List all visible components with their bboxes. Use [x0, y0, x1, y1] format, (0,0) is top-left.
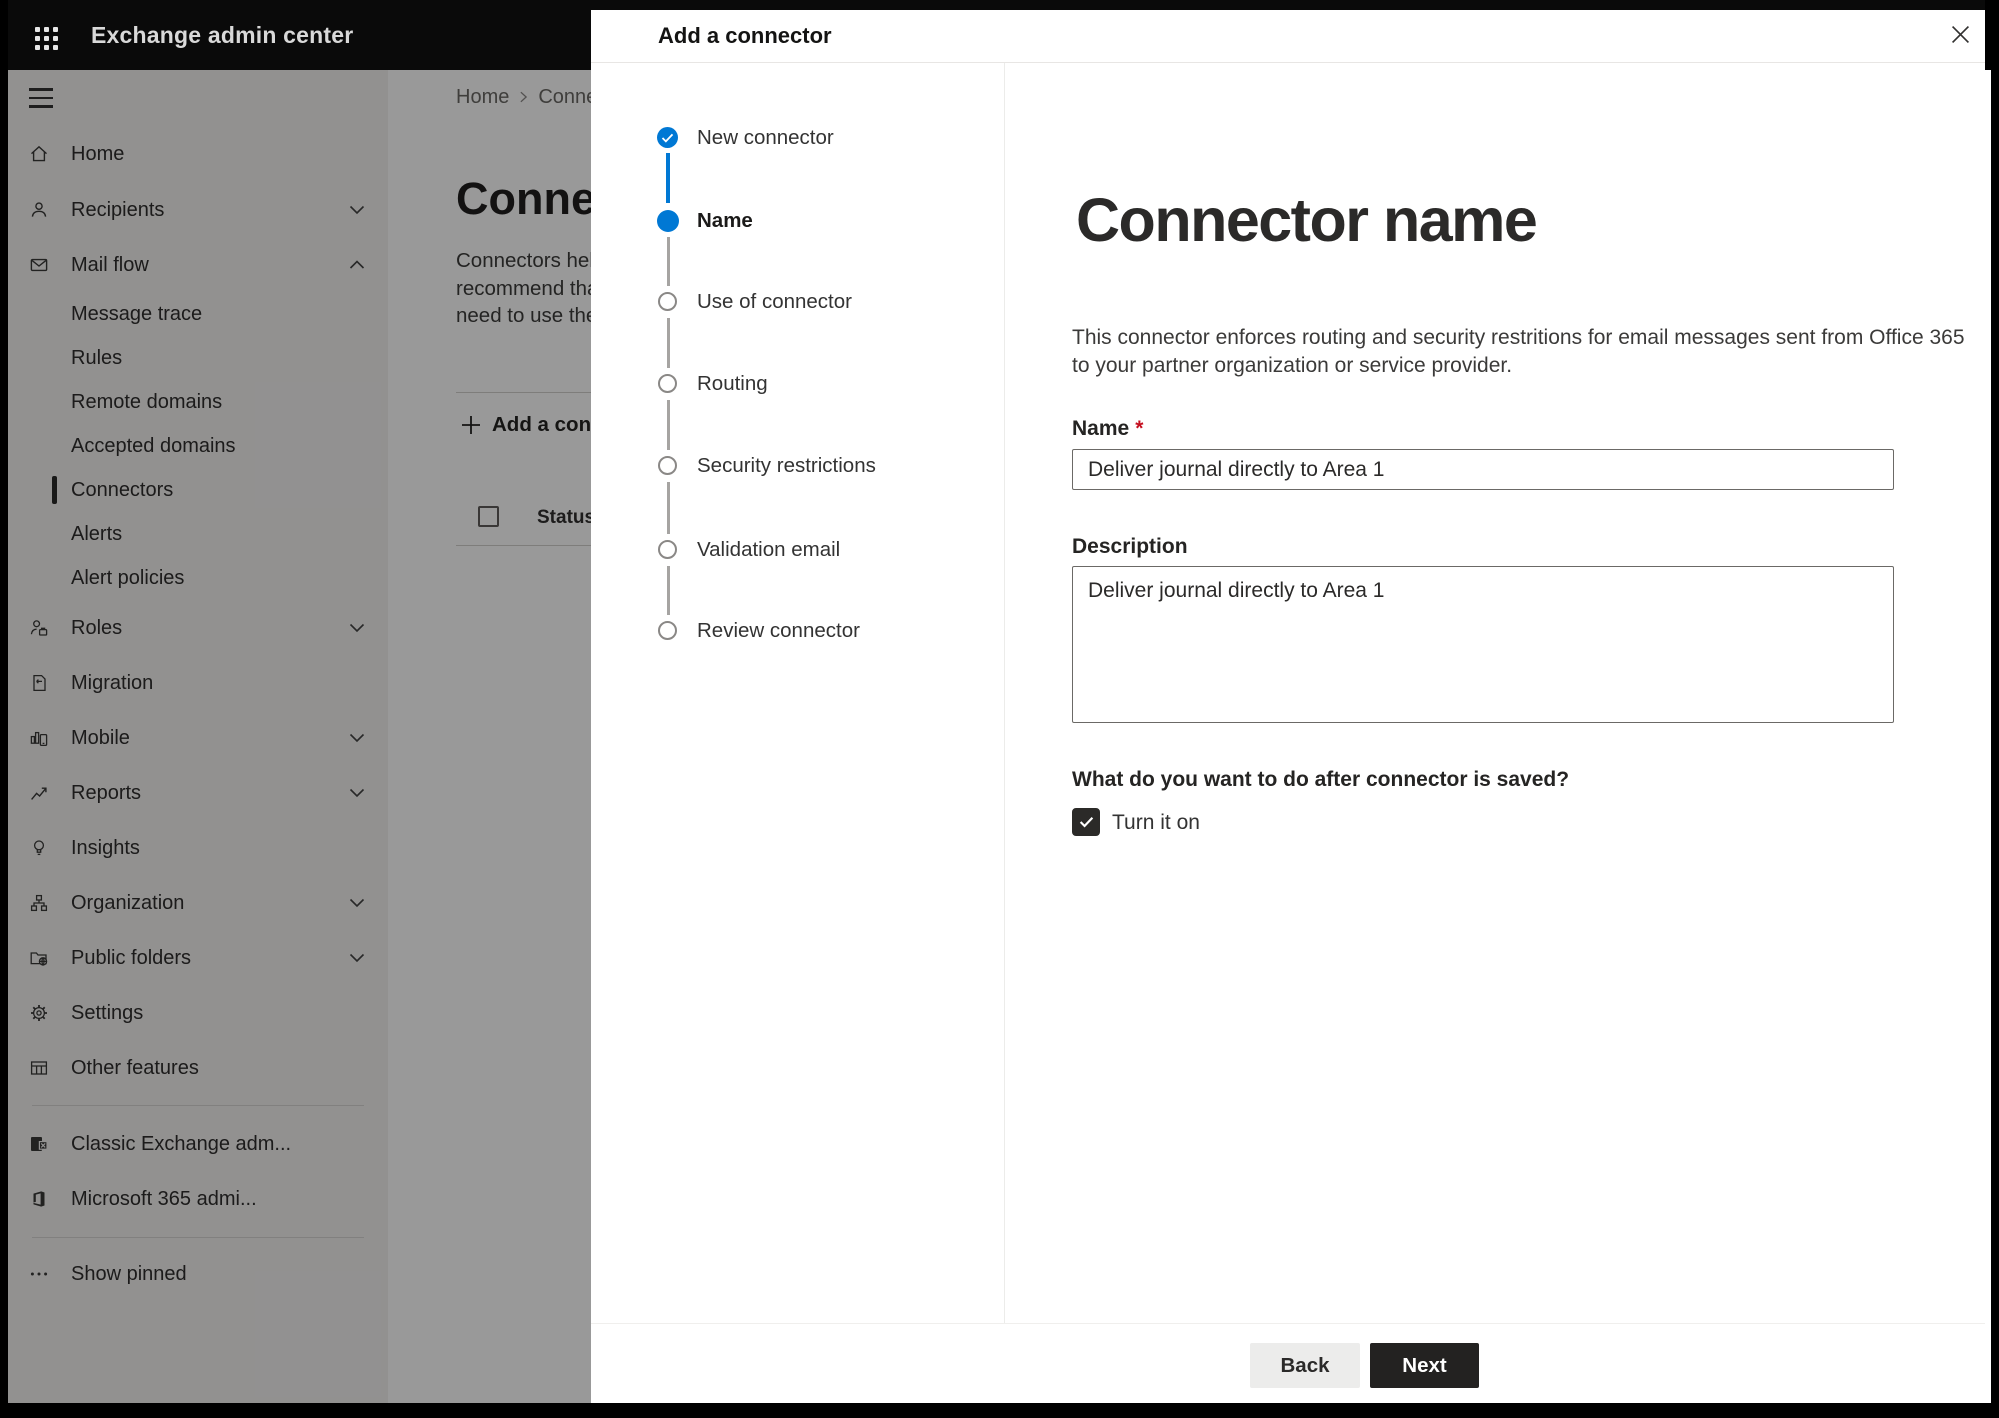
step-label-name: Name — [697, 209, 753, 232]
step-circle-upcoming — [658, 292, 677, 311]
step-label-review-connector: Review connector — [697, 619, 860, 642]
step-connector-line — [666, 153, 670, 203]
step-circle-upcoming — [658, 456, 677, 475]
turn-it-on-checkbox[interactable] — [1072, 808, 1100, 836]
name-field-label: Name * — [1072, 417, 1144, 440]
wizard-rail-divider — [1004, 63, 1005, 1323]
step-circle-current — [657, 210, 679, 232]
after-save-question: What do you want to do after connector i… — [1072, 768, 1570, 791]
close-icon[interactable] — [1941, 15, 1979, 53]
step-label-security-restrictions: Security restrictions — [697, 454, 876, 477]
description-field-label: Description — [1072, 535, 1188, 558]
step-label-validation-email: Validation email — [697, 538, 841, 561]
back-button[interactable]: Back — [1250, 1343, 1360, 1388]
app-title: Exchange admin center — [91, 21, 354, 48]
app-launcher-icon[interactable] — [26, 18, 66, 58]
wizard-step-description: This connector enforces routing and secu… — [1072, 326, 1965, 377]
step-circle-completed — [657, 127, 678, 148]
name-input[interactable] — [1072, 449, 1894, 490]
step-label-new-connector: New connector — [697, 126, 834, 149]
next-button[interactable]: Next — [1370, 1343, 1479, 1388]
modal-overlay — [8, 70, 591, 1403]
dialog-title: Add a connector — [658, 23, 832, 48]
step-connector-line — [667, 318, 670, 368]
turn-it-on-label[interactable]: Turn it on — [1112, 811, 1200, 835]
step-circle-upcoming — [658, 374, 677, 393]
required-marker: * — [1135, 417, 1144, 440]
step-connector-line — [667, 482, 670, 534]
step-circle-upcoming — [658, 621, 677, 640]
add-connector-dialog: Add a connector New connector Name Use o… — [591, 10, 1985, 1403]
dialog-header-divider — [591, 62, 1985, 63]
step-label-routing: Routing — [697, 372, 768, 395]
step-connector-line — [667, 566, 670, 615]
step-label-use-of-connector: Use of connector — [697, 290, 852, 313]
step-circle-upcoming — [658, 540, 677, 559]
description-textarea[interactable]: Deliver journal directly to Area 1 — [1072, 566, 1894, 723]
wizard-step-heading: Connector name — [1076, 186, 1538, 254]
step-connector-line — [667, 400, 670, 450]
step-connector-line — [667, 237, 670, 286]
